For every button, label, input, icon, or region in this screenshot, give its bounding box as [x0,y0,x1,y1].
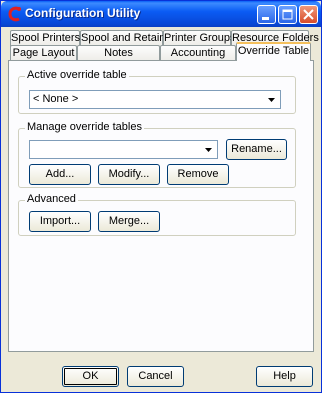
app-logo-icon [8,6,21,22]
close-icon [303,9,314,20]
manage-override-group: Manage override tables Rename... Add... … [18,121,296,188]
add-button[interactable]: Add... [29,164,91,185]
chevron-down-icon[interactable] [201,142,216,157]
override-table-panel: Active override table < None > Manage ov… [8,60,314,352]
chevron-down-icon[interactable] [264,92,279,107]
close-button[interactable] [299,5,318,24]
active-override-select[interactable]: < None > [29,90,281,109]
advanced-group: Advanced Import... Merge... [18,193,296,236]
manage-override-select[interactable] [29,140,218,159]
modify-button[interactable]: Modify... [98,164,160,185]
manage-override-label: Manage override tables [25,121,144,133]
tab-override-table[interactable]: Override Table [236,42,311,61]
import-button[interactable]: Import... [29,211,91,232]
remove-button[interactable]: Remove [167,164,229,185]
window-title: Configuration Utility [25,6,141,20]
title-bar[interactable]: Configuration Utility [1,1,321,27]
ok-button[interactable]: OK [62,366,119,387]
rename-button[interactable]: Rename... [226,139,287,160]
advanced-label: Advanced [25,193,78,205]
help-button[interactable]: Help [256,366,313,387]
active-override-value: < None > [33,93,79,105]
merge-button[interactable]: Merge... [98,211,160,232]
configuration-window: Configuration Utility Spool Printers Spo… [0,0,322,393]
minimize-icon [262,17,269,20]
cancel-button[interactable]: Cancel [127,366,184,387]
maximize-button[interactable] [278,5,297,24]
maximize-icon [282,9,293,20]
active-override-group: Active override table < None > [18,69,296,114]
minimize-button[interactable] [257,5,276,24]
active-override-label: Active override table [25,69,129,81]
